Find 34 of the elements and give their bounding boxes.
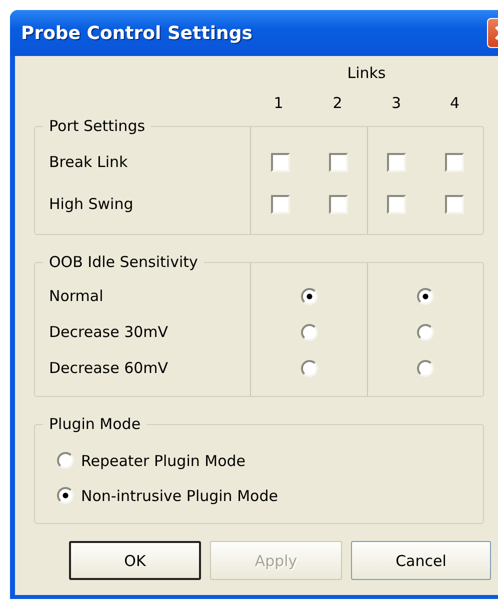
row-label: High Swing	[49, 195, 134, 213]
radio-button[interactable]	[417, 288, 434, 304]
checkbox[interactable]	[328, 152, 348, 172]
option-label: Repeater Plugin Mode	[81, 452, 246, 470]
radio-button[interactable]	[57, 452, 74, 469]
column-header: 3	[390, 94, 402, 112]
group-label: Plugin Mode	[43, 415, 147, 433]
checkbox[interactable]	[270, 194, 290, 214]
dialog-button[interactable]: OK	[69, 541, 201, 580]
checkbox[interactable]	[444, 194, 464, 214]
column-header: 2	[332, 94, 344, 112]
checkbox[interactable]	[387, 152, 406, 172]
row-label: Break Link	[49, 153, 128, 171]
row-label: Decrease 60mV	[49, 359, 168, 377]
dialog-button[interactable]: Cancel	[351, 541, 491, 580]
radio-button[interactable]	[300, 324, 318, 340]
radio-button[interactable]	[417, 360, 434, 376]
option-label: Non-intrusive Plugin Mode	[81, 486, 278, 504]
column-header: 4	[448, 94, 461, 112]
group-label: Port Settings	[43, 117, 152, 135]
row-label: Normal	[49, 287, 104, 305]
group-label: OOB Idle Sensitivity	[43, 253, 204, 271]
checkbox[interactable]	[270, 152, 290, 172]
radio-button[interactable]	[300, 360, 318, 376]
radio-button[interactable]	[57, 487, 74, 504]
column-header: 1	[272, 94, 284, 112]
radio-button[interactable]	[300, 288, 318, 304]
checkbox[interactable]	[328, 194, 348, 214]
row-label: Decrease 30mV	[49, 323, 168, 341]
window-title: Probe Control Settings	[21, 22, 252, 44]
radio-button[interactable]	[417, 324, 434, 340]
column-group-header: Links	[346, 64, 387, 82]
checkbox[interactable]	[444, 152, 464, 172]
checkbox[interactable]	[387, 194, 406, 214]
